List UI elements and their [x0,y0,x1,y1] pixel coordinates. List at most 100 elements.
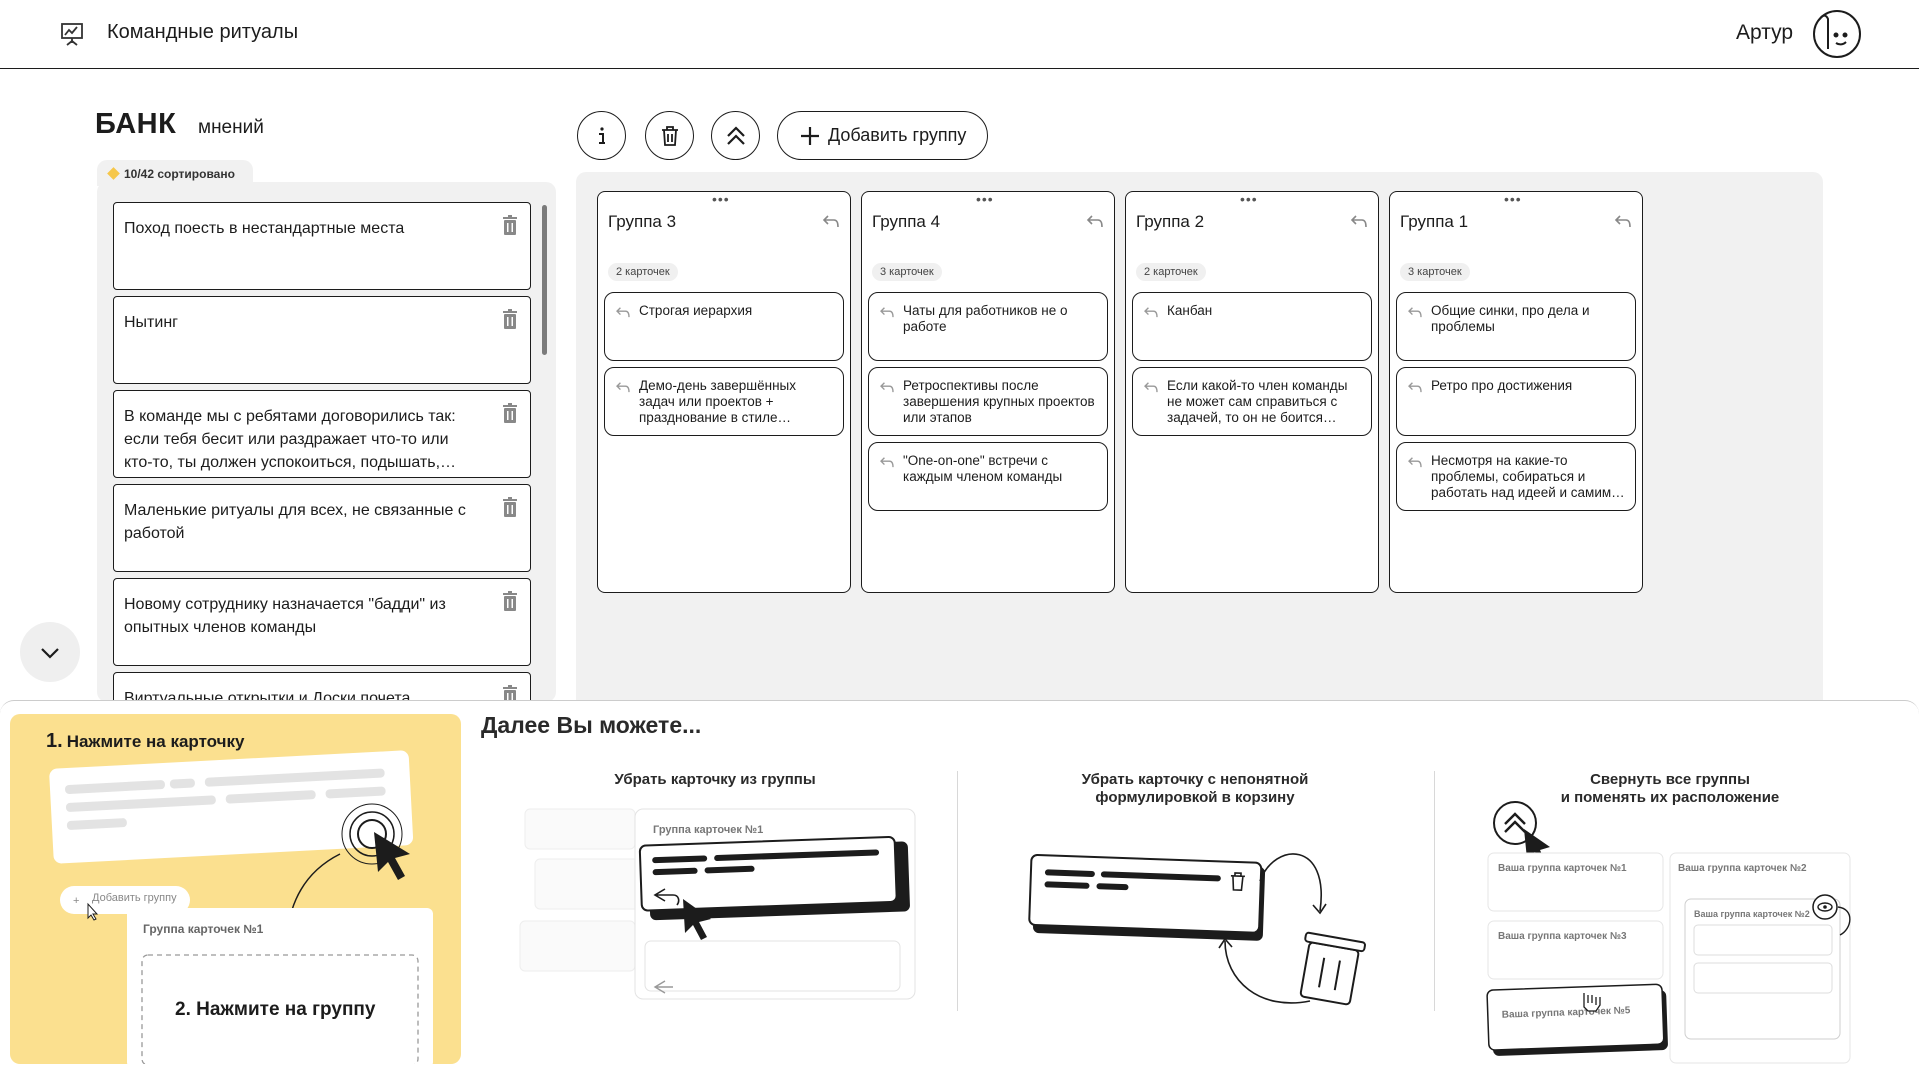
collapse-all-icon [727,126,745,145]
svg-text:+: + [73,895,79,907]
presentation-board-icon [61,23,83,46]
return-arrow-icon[interactable] [822,214,840,228]
group-card-count: 2 карточек [608,263,678,281]
group-card[interactable]: Чаты для работников не о работе [868,292,1108,361]
onboarding-heading: Далее Вы можете... [481,712,702,738]
group-card-list: Общие синки, про дела и проблемы Ретро п… [1396,292,1636,517]
return-arrow-icon[interactable] [1143,306,1159,318]
bank-card[interactable]: Новому сотруднику назначается "бадди" из… [113,578,531,666]
card-text: Общие синки, про дела и проблемы [1431,303,1590,334]
tip-trash-card-title: Убрать карточку с непонятной формулировко… [1000,771,1390,807]
trash-icon[interactable] [502,215,518,235]
trash-icon[interactable] [502,497,518,517]
group-card[interactable]: Демо-день завершённых задач или проектов… [604,367,844,436]
group-card-list: Строгая иерархия Демо-день завершённых з… [604,292,844,442]
card-text: В команде мы с ребятами договорились так… [124,408,456,471]
svg-text:Ваша группа карточек №1: Ваша группа карточек №1 [1498,863,1627,874]
group-column[interactable]: ••• Группа 2 2 карточек Канбан Если како… [1125,191,1379,593]
bank-card[interactable]: Нытинг [113,296,531,384]
card-text: Демо-день завершённых задач или проектов… [639,378,796,425]
group-column[interactable]: ••• Группа 3 2 карточек Строгая иерархия… [597,191,851,593]
group-card[interactable]: Несмотря на какие-то проблемы, собиратьс… [1396,442,1636,511]
card-text: Если какой-то член команды не может сам … [1167,378,1348,425]
return-arrow-icon[interactable] [879,306,895,318]
user-name[interactable]: Артур [1736,21,1793,45]
return-arrow-icon[interactable] [615,381,631,393]
tip-trash-line1: Убрать карточку с непонятной [1081,771,1309,788]
drag-handle-icon[interactable]: ••• [976,192,994,206]
return-arrow-icon[interactable] [1614,214,1632,228]
bank-card[interactable]: Поход поесть в нестандартные места [113,202,531,290]
bank-panel: Поход поесть в нестандартные места Нытин… [97,182,556,702]
sorted-count: 10/42 сортировано [124,167,235,181]
step2-number: 2. [175,999,191,1020]
group-card-count: 2 карточек [1136,263,1206,281]
group-column[interactable]: ••• Группа 1 3 карточек Общие синки, про… [1389,191,1643,593]
return-arrow-icon[interactable] [1143,381,1159,393]
mini-group-label: Группа карточек №1 [143,922,264,936]
app-title: Командные ритуалы [107,21,299,43]
bank-card-list: Поход поесть в нестандартные места Нытин… [113,202,531,702]
return-arrow-icon[interactable] [1407,381,1423,393]
tip-remove-card-illustration: Группа карточек №1 [519,808,916,1000]
group-card[interactable]: Общие синки, про дела и проблемы [1396,292,1636,361]
return-arrow-icon[interactable] [615,306,631,318]
top-bar: Командные ритуалы Артур [0,0,1919,69]
group-card[interactable]: Строгая иерархия [604,292,844,361]
return-arrow-icon[interactable] [1407,306,1423,318]
bank-subtitle: мнений [198,117,264,138]
card-text: Маленькие ритуалы для всех, не связанные… [124,502,466,542]
group-card[interactable]: Ретроспективы после завершения крупных п… [868,367,1108,436]
step2-label: Нажмите на группу [196,999,376,1020]
group-card[interactable]: "One-on-one" встречи с каждым членом ком… [868,442,1108,511]
group-card[interactable]: Ретро про достижения [1396,367,1636,436]
card-text: Канбан [1167,303,1213,318]
trash-button[interactable] [645,111,694,160]
tip-collapse-illustration: Ваша группа карточек №1 Ваша группа карт… [1486,801,1851,1064]
step2-title: 2. Нажмите на группу [175,999,375,1021]
return-arrow-icon[interactable] [879,456,895,468]
bank-scrollbar[interactable] [542,205,547,355]
tip-divider [957,771,958,1011]
card-text: Новому сотруднику назначается "бадди" из… [124,596,446,636]
mini-add-group-label: Добавить группу [92,892,177,904]
trash-icon[interactable] [502,309,518,329]
drag-handle-icon[interactable]: ••• [1240,192,1258,206]
tip-group-label: Группа карточек №1 [653,824,763,836]
return-arrow-icon[interactable] [1350,214,1368,228]
return-arrow-icon[interactable] [1407,456,1423,468]
group-card[interactable]: Канбан [1132,292,1372,361]
avatar-face-icon[interactable] [1812,9,1862,59]
info-button[interactable] [577,111,626,160]
scroll-down-button[interactable] [20,622,80,682]
svg-text:Ваша группа карточек №3: Ваша группа карточек №3 [1498,931,1627,942]
chevron-down-icon [41,648,59,659]
return-arrow-icon[interactable] [879,381,895,393]
bank-card[interactable]: Маленькие ритуалы для всех, не связанные… [113,484,531,572]
bank-title: БАНК [95,108,177,140]
onboarding-panel: 1. Нажмите на карточку + Добавить группу … [0,700,1919,1078]
trash-icon[interactable] [502,403,518,423]
group-title: Группа 2 [1136,212,1205,231]
card-text: Нытинг [124,314,178,331]
group-card-list: Канбан Если какой-то член команды не мож… [1132,292,1372,442]
tip-remove-card-title: Убрать карточку из группы [614,771,816,788]
pencil-icon [107,167,120,180]
trash-icon[interactable] [502,591,518,611]
bank-card[interactable]: В команде мы с ребятами договорились так… [113,390,531,478]
onboarding-step-card: 1. Нажмите на карточку + Добавить группу … [10,714,461,1064]
add-group-button[interactable]: Добавить группу [777,111,988,160]
svg-text:Ваша группа карточек №2: Ваша группа карточек №2 [1678,863,1807,874]
drag-handle-icon[interactable]: ••• [1504,192,1522,206]
collapse-all-button[interactable] [711,111,760,160]
group-column[interactable]: ••• Группа 4 3 карточек Чаты для работни… [861,191,1115,593]
trash-icon [662,126,678,146]
tip-trash-line2: формулировкой в корзину [1095,789,1295,806]
bank-card[interactable]: Виртуальные открытки и Доски почета [113,672,531,702]
drag-handle-icon[interactable]: ••• [712,192,730,206]
return-arrow-icon[interactable] [1086,214,1104,228]
group-card[interactable]: Если какой-то член команды не может сам … [1132,367,1372,436]
add-group-label: Добавить группу [828,125,967,145]
group-title: Группа 3 [608,212,677,231]
group-card-list: Чаты для работников не о работе Ретроспе… [868,292,1108,517]
